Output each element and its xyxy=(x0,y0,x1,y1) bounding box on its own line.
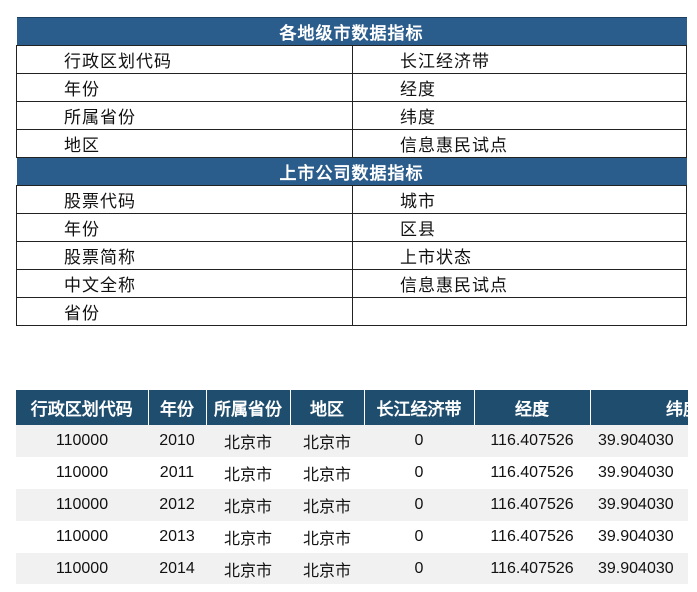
table-cell: 110000 xyxy=(16,553,148,584)
table-cell: 110000 xyxy=(16,521,148,553)
indicator-cell: 中文全称 xyxy=(16,269,353,298)
table-cell: 39.904030 xyxy=(590,521,688,553)
column-header[interactable]: 行政区划代码 xyxy=(16,390,149,425)
data-table-header-row: 行政区划代码 年份 所属省份 地区 长江经济带 经度 纬度 xyxy=(16,390,688,425)
indicator-cell: 信息惠民试点 xyxy=(352,269,687,298)
section-title: 各地级市数据指标 xyxy=(16,17,687,46)
table-cell: 2012 xyxy=(148,489,206,521)
data-table: 行政区划代码 年份 所属省份 地区 长江经济带 经度 纬度 110000 201… xyxy=(16,390,688,584)
table-cell: 2014 xyxy=(148,553,206,584)
indicator-cell: 城市 xyxy=(352,185,687,214)
indicator-row: 省份 xyxy=(16,297,687,326)
indicator-cell: 股票简称 xyxy=(16,241,353,270)
table-cell: 0 xyxy=(364,553,474,584)
table-row: 110000 2010 北京市 北京市 0 116.407526 39.9040… xyxy=(16,425,688,457)
table-cell: 39.904030 xyxy=(590,553,688,584)
table-row: 110000 2013 北京市 北京市 0 116.407526 39.9040… xyxy=(16,521,688,553)
indicator-cell: 行政区划代码 xyxy=(16,45,353,74)
indicator-cell: 年份 xyxy=(16,213,353,242)
table-cell: 116.407526 xyxy=(474,457,590,489)
table-cell: 北京市 xyxy=(290,521,364,553)
table-cell: 2013 xyxy=(148,521,206,553)
indicator-cell: 信息惠民试点 xyxy=(352,129,687,158)
column-header[interactable]: 年份 xyxy=(148,390,207,425)
indicator-cell: 省份 xyxy=(16,297,353,326)
indicator-cell: 经度 xyxy=(352,73,687,102)
table-cell: 北京市 xyxy=(206,553,290,584)
table-cell: 39.904030 xyxy=(590,489,688,521)
column-header[interactable]: 所属省份 xyxy=(206,390,291,425)
table-cell: 39.904030 xyxy=(590,425,688,457)
table-cell: 0 xyxy=(364,425,474,457)
table-cell: 110000 xyxy=(16,457,148,489)
section-title: 上市公司数据指标 xyxy=(16,157,687,186)
column-header[interactable]: 地区 xyxy=(290,390,365,425)
indicator-cell: 所属省份 xyxy=(16,101,353,130)
indicator-row: 中文全称 信息惠民试点 xyxy=(16,269,687,298)
indicator-row: 年份 经度 xyxy=(16,73,687,102)
table-cell: 39.904030 xyxy=(590,457,688,489)
indicator-row: 年份 区县 xyxy=(16,213,687,242)
table-cell: 0 xyxy=(364,521,474,553)
table-cell: 116.407526 xyxy=(474,425,590,457)
table-row: 110000 2014 北京市 北京市 0 116.407526 39.9040… xyxy=(16,553,688,584)
table-row: 110000 2011 北京市 北京市 0 116.407526 39.9040… xyxy=(16,457,688,489)
table-cell: 2010 xyxy=(148,425,206,457)
indicator-row: 股票简称 上市状态 xyxy=(16,241,687,270)
indicator-row: 行政区划代码 长江经济带 xyxy=(16,45,687,74)
table-cell: 110000 xyxy=(16,489,148,521)
indicator-cell: 年份 xyxy=(16,73,353,102)
indicator-table: 各地级市数据指标 行政区划代码 长江经济带 年份 经度 所属省份 纬度 地区 信… xyxy=(16,17,687,326)
indicator-cell: 上市状态 xyxy=(352,241,687,270)
table-row: 110000 2012 北京市 北京市 0 116.407526 39.9040… xyxy=(16,489,688,521)
table-cell: 2011 xyxy=(148,457,206,489)
table-cell: 北京市 xyxy=(206,521,290,553)
table-cell: 北京市 xyxy=(206,425,290,457)
table-cell: 北京市 xyxy=(290,489,364,521)
indicator-cell: 地区 xyxy=(16,129,353,158)
indicator-cell: 长江经济带 xyxy=(352,45,687,74)
table-cell: 北京市 xyxy=(206,489,290,521)
table-cell: 北京市 xyxy=(290,425,364,457)
table-cell: 北京市 xyxy=(290,457,364,489)
section-header-company: 上市公司数据指标 xyxy=(16,157,687,186)
indicator-row: 地区 信息惠民试点 xyxy=(16,129,687,158)
table-cell: 0 xyxy=(364,489,474,521)
indicator-row: 所属省份 纬度 xyxy=(16,101,687,130)
section-header-city: 各地级市数据指标 xyxy=(16,17,687,46)
column-header[interactable]: 经度 xyxy=(474,390,591,425)
table-cell: 北京市 xyxy=(290,553,364,584)
table-cell: 116.407526 xyxy=(474,521,590,553)
table-cell: 北京市 xyxy=(206,457,290,489)
indicator-cell: 股票代码 xyxy=(16,185,353,214)
indicator-cell: 纬度 xyxy=(352,101,687,130)
column-header[interactable]: 长江经济带 xyxy=(364,390,475,425)
column-header[interactable]: 纬度 xyxy=(590,390,688,425)
table-cell: 116.407526 xyxy=(474,553,590,584)
indicator-cell xyxy=(352,297,687,326)
indicator-cell: 区县 xyxy=(352,213,687,242)
indicator-row: 股票代码 城市 xyxy=(16,185,687,214)
table-cell: 116.407526 xyxy=(474,489,590,521)
table-cell: 110000 xyxy=(16,425,148,457)
table-cell: 0 xyxy=(364,457,474,489)
data-table-viewport: 行政区划代码 年份 所属省份 地区 长江经济带 经度 纬度 110000 201… xyxy=(16,390,688,584)
